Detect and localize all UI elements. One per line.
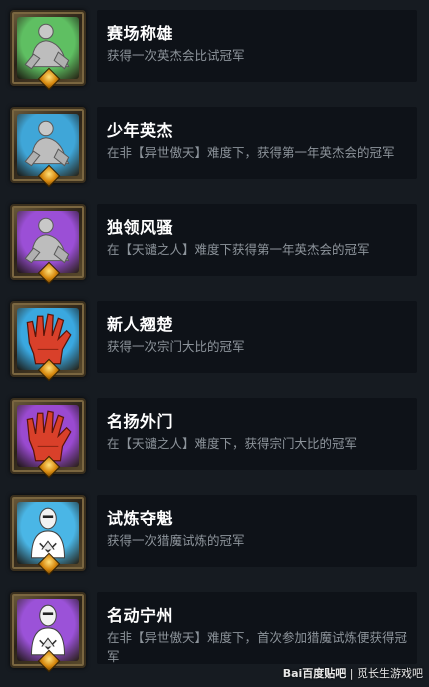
- achievement-panel: 试炼夺魁获得一次猎魔试炼的冠军: [97, 495, 417, 567]
- achievement-description: 在非【异世傲天】难度下，获得第一年英杰会的冠军: [107, 145, 395, 160]
- achievement-title: 少年英杰: [107, 121, 174, 140]
- achievement-description: 获得一次英杰会比试冠军: [107, 48, 245, 63]
- achievement-title: 名扬外门: [107, 412, 174, 431]
- achievement-description: 在非【异世傲天】难度下，首次参加猎魔试炼便获得冠军: [107, 630, 408, 664]
- achievement-row: 试炼夺魁获得一次猎魔试炼的冠军: [0, 488, 429, 576]
- achievement-list: 赛场称雄获得一次英杰会比试冠军少年英杰在非【异世傲天】难度下，获得第一年英杰会的…: [0, 0, 429, 687]
- watermark-author: 觅长生游戏吧: [357, 667, 423, 680]
- achievement-row: 赛场称雄获得一次英杰会比试冠军: [0, 3, 429, 91]
- baidu-tieba-logo: Bai百度贴吧: [282, 667, 347, 680]
- achievement-icon-frame: [10, 107, 86, 188]
- achievement-panel: 少年英杰在非【异世傲天】难度下，获得第一年英杰会的冠军: [97, 107, 417, 179]
- achievement-title: 试炼夺魁: [107, 509, 174, 528]
- achievement-icon-frame: [10, 592, 86, 673]
- achievement-icon-frame: [10, 398, 86, 479]
- achievement-title: 名动宁州: [107, 606, 174, 625]
- achievement-row: 名动宁州在非【异世傲天】难度下，首次参加猎魔试炼便获得冠军: [0, 585, 429, 673]
- achievement-panel: 赛场称雄获得一次英杰会比试冠军: [97, 10, 417, 82]
- achievement-panel: 名动宁州在非【异世傲天】难度下，首次参加猎魔试炼便获得冠军: [97, 592, 417, 664]
- achievement-row: 新人翘楚获得一次宗门大比的冠军: [0, 294, 429, 382]
- watermark-separator: |: [349, 667, 354, 680]
- watermark: Bai百度贴吧 | 觅长生游戏吧: [283, 665, 423, 681]
- achievement-row: 名扬外门在【天谴之人】难度下，获得宗门大比的冠军: [0, 391, 429, 479]
- achievement-icon-frame: [10, 495, 86, 576]
- achievement-description: 在【天谴之人】难度下获得第一年英杰会的冠军: [107, 242, 370, 257]
- achievement-description: 获得一次宗门大比的冠军: [107, 339, 245, 354]
- achievement-title: 独领风骚: [107, 218, 174, 237]
- achievement-title: 赛场称雄: [107, 24, 174, 43]
- achievement-description: 在【天谴之人】难度下，获得宗门大比的冠军: [107, 436, 358, 451]
- achievement-icon-frame: [10, 204, 86, 285]
- achievement-title: 新人翘楚: [107, 315, 174, 334]
- achievement-panel: 独领风骚在【天谴之人】难度下获得第一年英杰会的冠军: [97, 204, 417, 276]
- achievement-panel: 名扬外门在【天谴之人】难度下，获得宗门大比的冠军: [97, 398, 417, 470]
- achievement-icon-frame: [10, 10, 86, 91]
- achievement-panel: 新人翘楚获得一次宗门大比的冠军: [97, 301, 417, 373]
- achievement-row: 独领风骚在【天谴之人】难度下获得第一年英杰会的冠军: [0, 197, 429, 285]
- achievement-row: 少年英杰在非【异世傲天】难度下，获得第一年英杰会的冠军: [0, 100, 429, 188]
- achievement-description: 获得一次猎魔试炼的冠军: [107, 533, 245, 548]
- achievement-icon-frame: [10, 301, 86, 382]
